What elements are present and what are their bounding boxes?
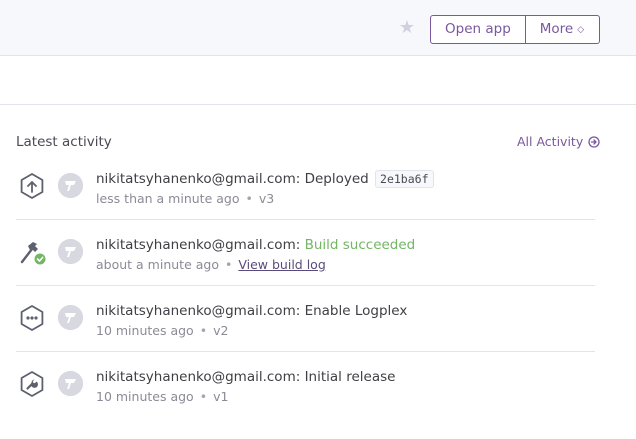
activity-list: nikitatsyhanenko@gmail.com: Deployed 2e1… bbox=[16, 154, 595, 418]
activity-action: Enable Logplex bbox=[304, 303, 408, 319]
app-header: ★ Open app More ◇ bbox=[0, 0, 636, 56]
activity-item: nikitatsyhanenko@gmail.com: Build succee… bbox=[16, 220, 595, 286]
commit-hash-link[interactable]: 2e1ba6f bbox=[375, 170, 434, 188]
separator-dot: • bbox=[199, 389, 208, 404]
separator-dot: • bbox=[224, 257, 233, 272]
activity-item: nikitatsyhanenko@gmail.com: Initial rele… bbox=[16, 352, 595, 418]
activity-time: 10 minutes ago bbox=[96, 323, 194, 338]
avatar bbox=[58, 239, 83, 264]
activity-time: about a minute ago bbox=[96, 257, 219, 272]
avatar bbox=[58, 371, 83, 396]
activity-item: nikitatsyhanenko@gmail.com: Deployed 2e1… bbox=[16, 154, 595, 220]
activity-user: nikitatsyhanenko@gmail.com: bbox=[96, 369, 301, 385]
activity-version: v1 bbox=[213, 389, 229, 404]
activity-item: nikitatsyhanenko@gmail.com: Enable Logpl… bbox=[16, 286, 595, 352]
activity-user: nikitatsyhanenko@gmail.com: bbox=[96, 303, 301, 319]
activity-user: nikitatsyhanenko@gmail.com: bbox=[96, 171, 301, 187]
separator-dot: • bbox=[245, 191, 253, 206]
activity-version: v2 bbox=[213, 323, 229, 338]
activity-action: Initial release bbox=[304, 369, 396, 385]
activity-action: Deployed bbox=[304, 171, 369, 187]
build-success-icon bbox=[20, 242, 46, 265]
chevron-up-down-icon: ◇ bbox=[577, 25, 584, 35]
star-icon[interactable]: ★ bbox=[397, 18, 417, 38]
open-app-button[interactable]: Open app bbox=[431, 16, 525, 43]
activity-time: 10 minutes ago bbox=[96, 389, 194, 404]
arrow-circle-right-icon bbox=[588, 135, 600, 148]
release-icon bbox=[20, 371, 44, 397]
activity-version: v3 bbox=[258, 191, 275, 206]
avatar bbox=[58, 305, 83, 330]
activity-user: nikitatsyhanenko@gmail.com: bbox=[96, 237, 301, 253]
more-button[interactable]: More ◇ bbox=[524, 16, 599, 43]
view-build-log-link[interactable]: View build log bbox=[238, 257, 325, 272]
deploy-icon bbox=[20, 173, 44, 199]
activity-action: Build succeeded bbox=[304, 237, 416, 253]
addon-icon bbox=[20, 305, 44, 331]
activity-time: less than a minute ago bbox=[96, 191, 240, 206]
avatar bbox=[58, 173, 83, 198]
more-button-label: More bbox=[539, 21, 574, 37]
separator-dot: • bbox=[199, 323, 208, 338]
all-activity-link[interactable]: All Activity bbox=[517, 134, 600, 149]
latest-activity-title: Latest activity bbox=[16, 134, 112, 150]
header-button-group: Open app More ◇ bbox=[430, 15, 601, 44]
section-divider bbox=[0, 104, 636, 105]
all-activity-label: All Activity bbox=[517, 134, 584, 149]
